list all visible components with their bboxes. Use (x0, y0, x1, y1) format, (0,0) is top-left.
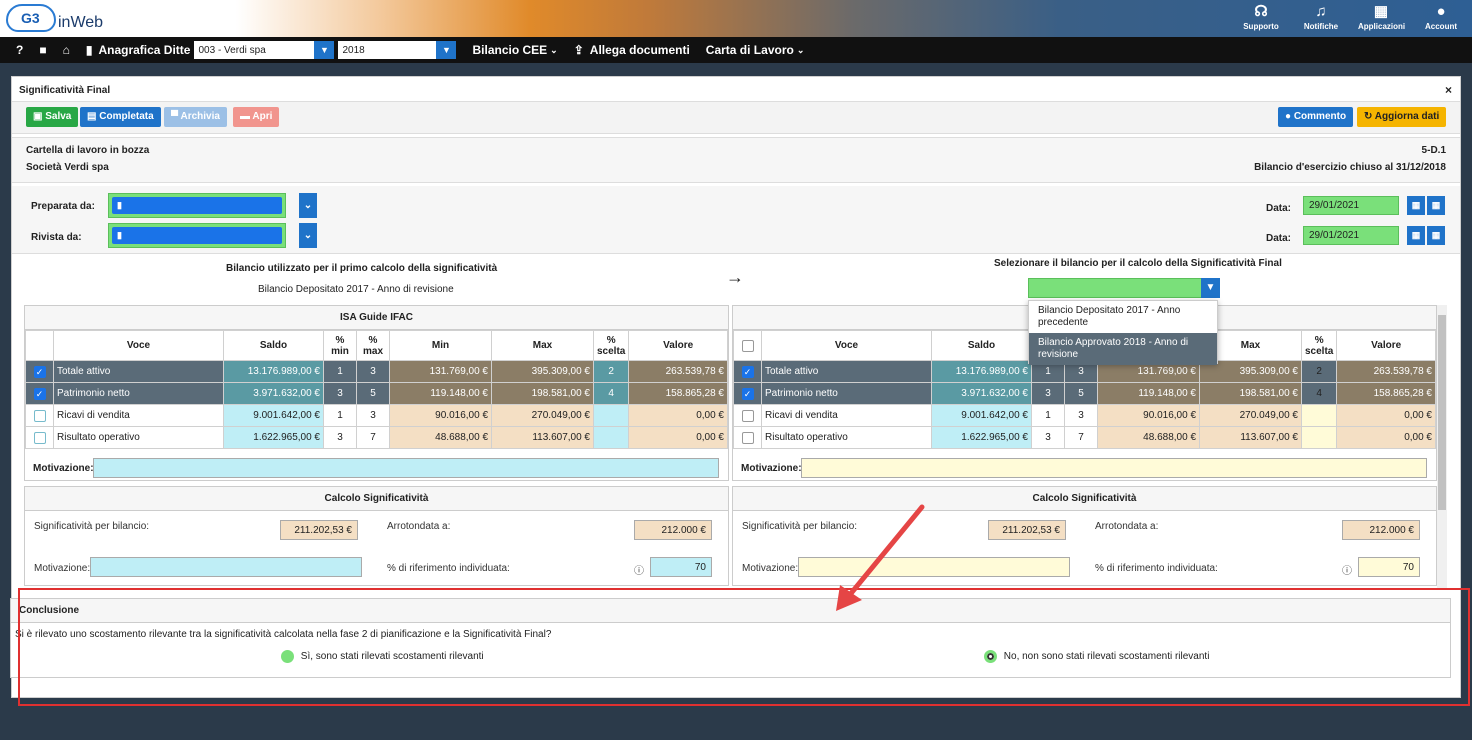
annotation-arrow (836, 504, 925, 611)
